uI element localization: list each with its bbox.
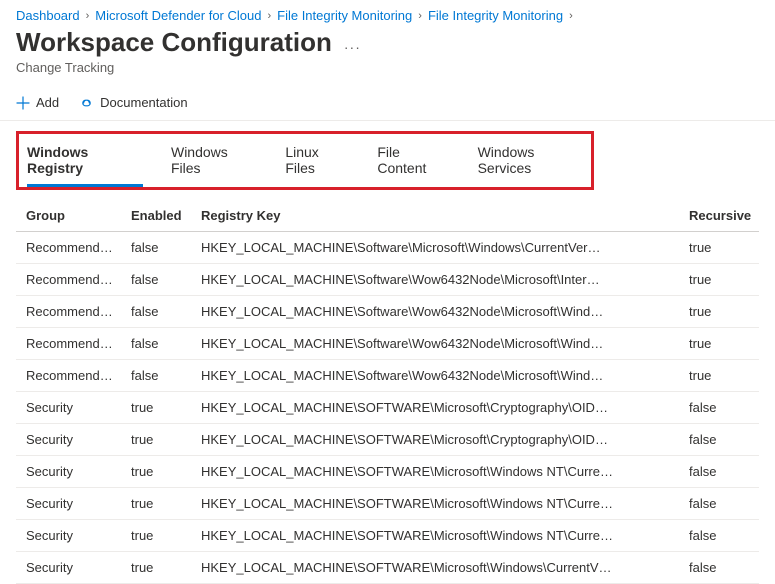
cell-group: Security [16, 488, 121, 520]
cell-enabled: true [121, 488, 191, 520]
cell-group: Security [16, 424, 121, 456]
table-row[interactable]: RecommendedfalseHKEY_LOCAL_MACHINE\Softw… [16, 232, 759, 264]
header-registry-key[interactable]: Registry Key [191, 200, 679, 232]
table-row[interactable]: SecuritytrueHKEY_LOCAL_MACHINE\SOFTWARE\… [16, 392, 759, 424]
header-enabled[interactable]: Enabled [121, 200, 191, 232]
plus-icon [16, 96, 30, 110]
cell-registry_key: HKEY_LOCAL_MACHINE\SOFTWARE\Microsoft\Cr… [191, 424, 679, 456]
table-row[interactable]: SecuritytrueHKEY_LOCAL_MACHINE\SOFTWARE\… [16, 488, 759, 520]
tabs: Windows Registry Windows Files Linux Files… [23, 140, 587, 187]
chevron-right-icon: › [418, 10, 422, 22]
documentation-label: Documentation [100, 95, 187, 110]
breadcrumb: Dashboard › Microsoft Defender for Cloud › F… [0, 0, 775, 23]
cell-group: Security [16, 520, 121, 552]
page-subtitle: Change Tracking [0, 60, 775, 89]
header-group[interactable]: Group [16, 200, 121, 232]
cell-enabled: false [121, 328, 191, 360]
table-row[interactable]: RecommendedfalseHKEY_LOCAL_MACHINE\Softw… [16, 264, 759, 296]
table-row[interactable]: SecuritytrueHKEY_LOCAL_MACHINE\SOFTWARE\… [16, 552, 759, 584]
table-row[interactable]: RecommendedfalseHKEY_LOCAL_MACHINE\Softw… [16, 328, 759, 360]
more-icon[interactable]: ··· [344, 31, 361, 55]
cell-registry_key: HKEY_LOCAL_MACHINE\Software\Wow6432Node\… [191, 264, 679, 296]
tab-windows-services[interactable]: Windows Services [478, 140, 587, 187]
cell-group: Recommended [16, 232, 121, 264]
header-recursive[interactable]: Recursive [679, 200, 759, 232]
page-title: Workspace Configuration [16, 27, 332, 58]
breadcrumb-link[interactable]: File Integrity Monitoring [428, 8, 563, 23]
tab-windows-registry[interactable]: Windows Registry [27, 140, 143, 187]
table-row[interactable]: SecuritytrueHKEY_LOCAL_MACHINE\SOFTWARE\… [16, 424, 759, 456]
divider [0, 120, 775, 121]
cell-registry_key: HKEY_LOCAL_MACHINE\SOFTWARE\Microsoft\Wi… [191, 456, 679, 488]
toolbar: Add Documentation [0, 89, 775, 120]
chevron-right-icon: › [267, 10, 271, 22]
cell-enabled: false [121, 232, 191, 264]
table-row[interactable]: RecommendedfalseHKEY_LOCAL_MACHINE\Softw… [16, 296, 759, 328]
cell-registry_key: HKEY_LOCAL_MACHINE\SOFTWARE\Microsoft\Wi… [191, 520, 679, 552]
table-row[interactable]: SecuritytrueHKEY_LOCAL_MACHINE\SOFTWARE\… [16, 520, 759, 552]
cell-group: Recommended [16, 264, 121, 296]
cell-group: Recommended [16, 360, 121, 392]
cell-registry_key: HKEY_LOCAL_MACHINE\Software\Wow6432Node\… [191, 296, 679, 328]
add-label: Add [36, 95, 59, 110]
tabs-highlight-box: Windows Registry Windows Files Linux Files… [16, 131, 594, 190]
registry-table: Group Enabled Registry Key Recursive Rec… [16, 200, 759, 584]
cell-registry_key: HKEY_LOCAL_MACHINE\SOFTWARE\Microsoft\Wi… [191, 488, 679, 520]
breadcrumb-link[interactable]: File Integrity Monitoring [277, 8, 412, 23]
chevron-right-icon: › [86, 10, 90, 22]
cell-recursive: true [679, 264, 759, 296]
cell-registry_key: HKEY_LOCAL_MACHINE\Software\Wow6432Node\… [191, 360, 679, 392]
table-header-row: Group Enabled Registry Key Recursive [16, 200, 759, 232]
cell-recursive: false [679, 424, 759, 456]
tab-windows-files[interactable]: Windows Files [171, 140, 257, 187]
cell-registry_key: HKEY_LOCAL_MACHINE\Software\Microsoft\Wi… [191, 232, 679, 264]
table-row[interactable]: RecommendedfalseHKEY_LOCAL_MACHINE\Softw… [16, 360, 759, 392]
breadcrumb-link[interactable]: Dashboard [16, 8, 80, 23]
cell-enabled: true [121, 552, 191, 584]
title-bar: Workspace Configuration ··· [0, 23, 775, 58]
cell-enabled: true [121, 456, 191, 488]
cell-group: Security [16, 552, 121, 584]
cell-group: Security [16, 456, 121, 488]
add-button[interactable]: Add [16, 95, 59, 110]
cell-group: Recommended [16, 296, 121, 328]
cell-recursive: true [679, 360, 759, 392]
link-icon [79, 96, 94, 110]
cell-group: Security [16, 392, 121, 424]
breadcrumb-link[interactable]: Microsoft Defender for Cloud [95, 8, 261, 23]
cell-enabled: false [121, 360, 191, 392]
cell-group: Recommended [16, 328, 121, 360]
cell-recursive: true [679, 296, 759, 328]
tab-file-content[interactable]: File Content [377, 140, 449, 187]
documentation-button[interactable]: Documentation [79, 95, 187, 110]
cell-registry_key: HKEY_LOCAL_MACHINE\SOFTWARE\Microsoft\Wi… [191, 552, 679, 584]
cell-recursive: false [679, 520, 759, 552]
cell-registry_key: HKEY_LOCAL_MACHINE\SOFTWARE\Microsoft\Cr… [191, 392, 679, 424]
cell-registry_key: HKEY_LOCAL_MACHINE\Software\Wow6432Node\… [191, 328, 679, 360]
cell-recursive: false [679, 456, 759, 488]
cell-enabled: false [121, 264, 191, 296]
cell-recursive: false [679, 392, 759, 424]
cell-recursive: true [679, 328, 759, 360]
cell-recursive: false [679, 552, 759, 584]
cell-enabled: true [121, 520, 191, 552]
tab-linux-files[interactable]: Linux Files [285, 140, 349, 187]
cell-recursive: false [679, 488, 759, 520]
cell-enabled: true [121, 424, 191, 456]
cell-enabled: false [121, 296, 191, 328]
cell-recursive: true [679, 232, 759, 264]
table-row[interactable]: SecuritytrueHKEY_LOCAL_MACHINE\SOFTWARE\… [16, 456, 759, 488]
cell-enabled: true [121, 392, 191, 424]
chevron-right-icon: › [569, 10, 573, 22]
